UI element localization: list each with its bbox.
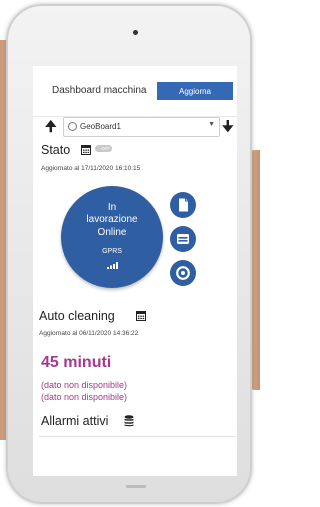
status-line-3: Online [97,227,127,238]
document-icon [179,198,188,212]
aggiorna-button[interactable]: Aggiorna [157,82,233,100]
document-button[interactable] [170,192,196,218]
calendar-icon[interactable] [81,144,91,155]
auto-cleaning-updated: Aggiornato al 06/11/2020 14:36:22 [39,330,139,337]
calendar-icon[interactable] [136,310,146,321]
app-screen: Dashboard macchina Aggiorna 🠉 GeoBoard1 … [33,66,237,476]
status-line-2: lavorazione [86,214,138,225]
device-selector-row: 🠉 GeoBoard1 ▼ 🠋 [45,117,235,137]
device-select-value: GeoBoard1 [80,122,121,131]
header: Dashboard macchina Aggiorna [33,66,237,117]
radio-icon [68,122,77,131]
page-title: Dashboard macchina [52,85,147,96]
chevron-down-icon: ▼ [208,121,215,128]
machine-button[interactable] [170,226,196,252]
toggle-label: OFF [101,146,110,151]
stato-updated: Aggiornato al 17/11/2020 16:10:15 [41,165,141,172]
settings-button[interactable] [170,260,196,286]
home-indicator [126,485,146,488]
phone-frame: Dashboard macchina Aggiorna 🠉 GeoBoard1 … [6,4,252,504]
data-unavailable-note: (dato non disponibile) [41,392,128,402]
machine-icon [177,234,189,244]
signal-icon [107,262,118,269]
arrow-down-icon[interactable]: 🠋 [222,118,234,134]
device-select[interactable]: GeoBoard1 ▼ [63,117,220,137]
gear-icon [176,266,190,280]
stato-heading: Stato [41,143,71,157]
stato-toggle[interactable]: OFF [95,145,112,152]
auto-cleaning-heading: Auto cleaning [39,309,115,323]
status-circle: In lavorazione Online GPRS [61,186,163,288]
status-line-1: In [107,202,117,213]
phone-speaker [133,30,138,35]
status-gprs: GPRS [102,248,122,255]
data-unavailable-note: (dato non disponibile) [41,380,128,390]
arrow-up-icon[interactable]: 🠉 [45,118,57,134]
allarmi-heading: Allarmi attivi [41,414,109,428]
alarms-table [39,436,235,476]
cleaning-duration: 45 minuti [41,354,112,371]
database-icon [124,415,134,427]
